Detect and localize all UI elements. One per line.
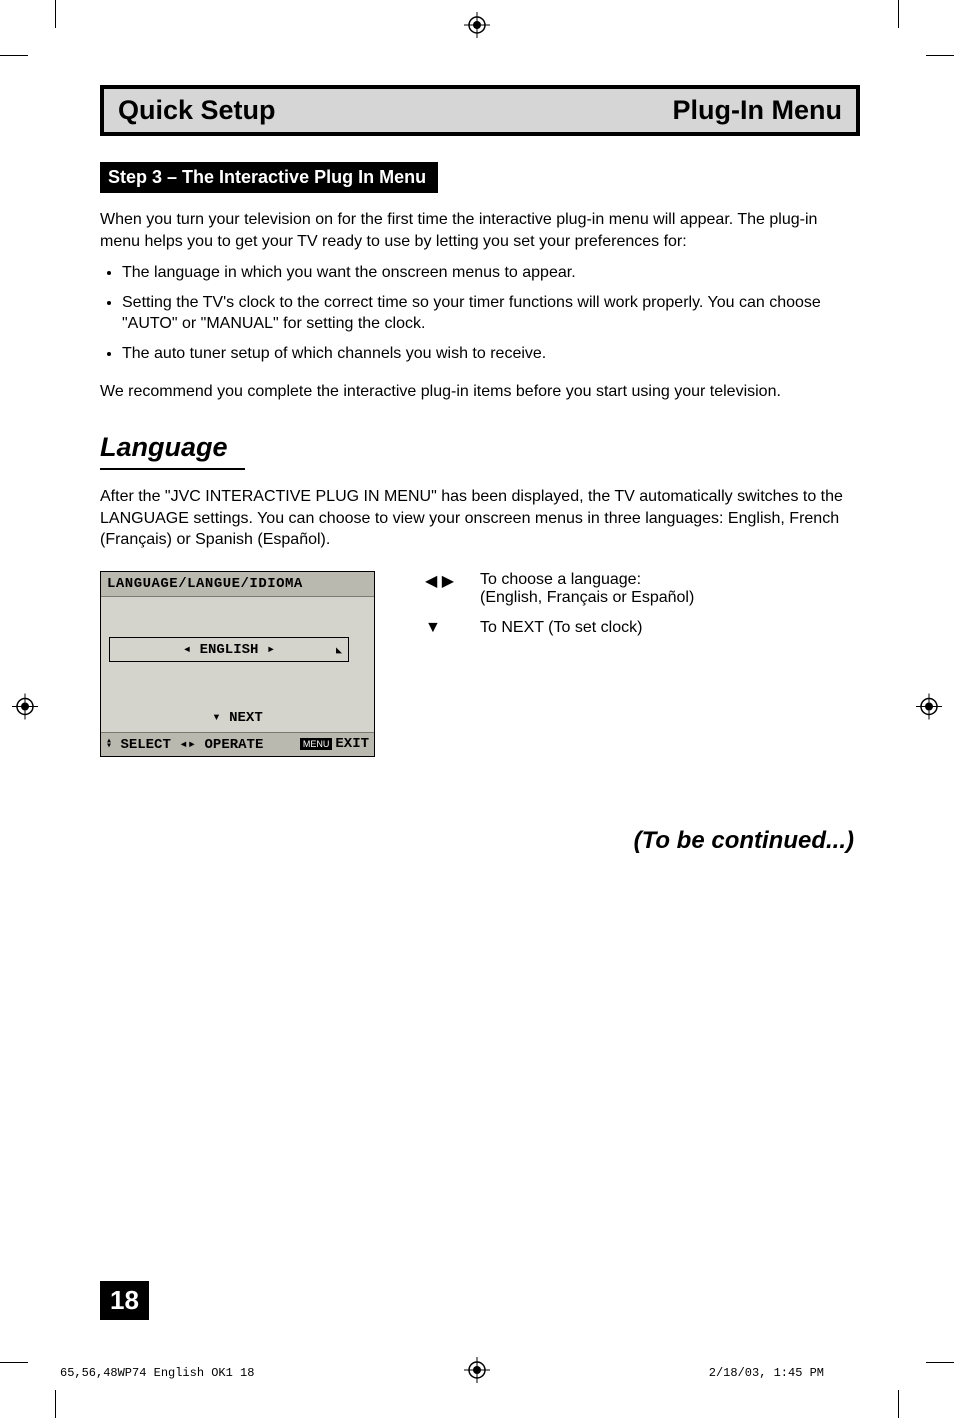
footer-right: 2/18/03, 1:45 PM [709, 1366, 824, 1380]
list-item: The auto tuner setup of which channels y… [122, 343, 860, 365]
leftright-icon: ◂▸ [179, 737, 196, 753]
osd-select-label: SELECT [120, 737, 170, 753]
osd-header: LANGUAGE/LANGUE/IDIOMA [101, 572, 374, 597]
page-number: 18 [100, 1281, 149, 1320]
crop-mark [55, 1390, 56, 1418]
section-body: After the "JVC INTERACTIVE PLUG IN MENU"… [100, 486, 860, 551]
osd-language-field: ◂ ENGLISH ▸ ◣ [109, 637, 349, 662]
crop-mark [55, 0, 56, 28]
osd-footer-right: MENUEXIT [300, 736, 369, 752]
menu-tag: MENU [300, 738, 333, 750]
continued-text: (To be continued...) [100, 827, 860, 855]
down-arrow-icon: ▼ [425, 619, 480, 637]
osd-footer-left: ▴▾ SELECT ◂▸ OPERATE [106, 736, 263, 753]
crop-mark [0, 1362, 28, 1363]
instruction-line: To choose a language: [480, 571, 694, 589]
triangle-right-icon: ▸ [267, 642, 275, 658]
osd-body: ◂ ENGLISH ▸ ◣ ▾ NEXT [101, 597, 374, 732]
crop-mark [926, 1362, 954, 1363]
osd-operate-label: OPERATE [205, 737, 264, 753]
crop-mark [898, 1390, 899, 1418]
title-right: Plug-In Menu [673, 95, 842, 126]
registration-mark-icon [464, 1357, 490, 1388]
instruction-line: (English, Français or Español) [480, 589, 694, 607]
osd-footer: ▴▾ SELECT ◂▸ OPERATE MENUEXIT [101, 732, 374, 756]
outro-paragraph: We recommend you complete the interactiv… [100, 381, 860, 403]
osd-exit-label: EXIT [335, 736, 369, 752]
updown-icon: ▴▾ [106, 739, 112, 749]
instruction-text: To choose a language: (English, Français… [480, 571, 694, 607]
crop-mark [926, 55, 954, 56]
section-underline [100, 468, 245, 470]
bullet-list: The language in which you want the onscr… [100, 262, 860, 364]
osd-panel: LANGUAGE/LANGUE/IDIOMA ◂ ENGLISH ▸ ◣ ▾ N… [100, 571, 375, 757]
osd-next-label: NEXT [229, 710, 263, 726]
triangle-down-icon: ▾ [212, 710, 220, 726]
list-item: Setting the TV's clock to the correct ti… [122, 292, 860, 335]
crop-mark [898, 0, 899, 28]
step-header: Step 3 – The Interactive Plug In Menu [100, 162, 438, 193]
osd-next: ▾ NEXT [101, 709, 374, 726]
title-left: Quick Setup [118, 95, 276, 126]
crop-mark [0, 55, 28, 56]
list-item: The language in which you want the onscr… [122, 262, 860, 284]
title-bar: Quick Setup Plug-In Menu [100, 85, 860, 136]
intro-paragraph: When you turn your television on for the… [100, 209, 860, 252]
section-heading: Language [100, 432, 228, 468]
corner-arrow-icon: ◣ [336, 645, 342, 657]
instruction-text: To NEXT (To set clock) [480, 619, 642, 637]
registration-mark-icon [916, 694, 942, 725]
footer-left: 65,56,48WP74 English OK1 18 [60, 1366, 254, 1380]
registration-mark-icon [464, 12, 490, 43]
triangle-left-icon: ◂ [183, 642, 191, 658]
instructions: ◀ ▶ To choose a language: (English, Fran… [425, 571, 860, 649]
left-right-arrows-icon: ◀ ▶ [425, 571, 480, 607]
registration-mark-icon [12, 694, 38, 725]
osd-field-value: ENGLISH [200, 642, 259, 658]
